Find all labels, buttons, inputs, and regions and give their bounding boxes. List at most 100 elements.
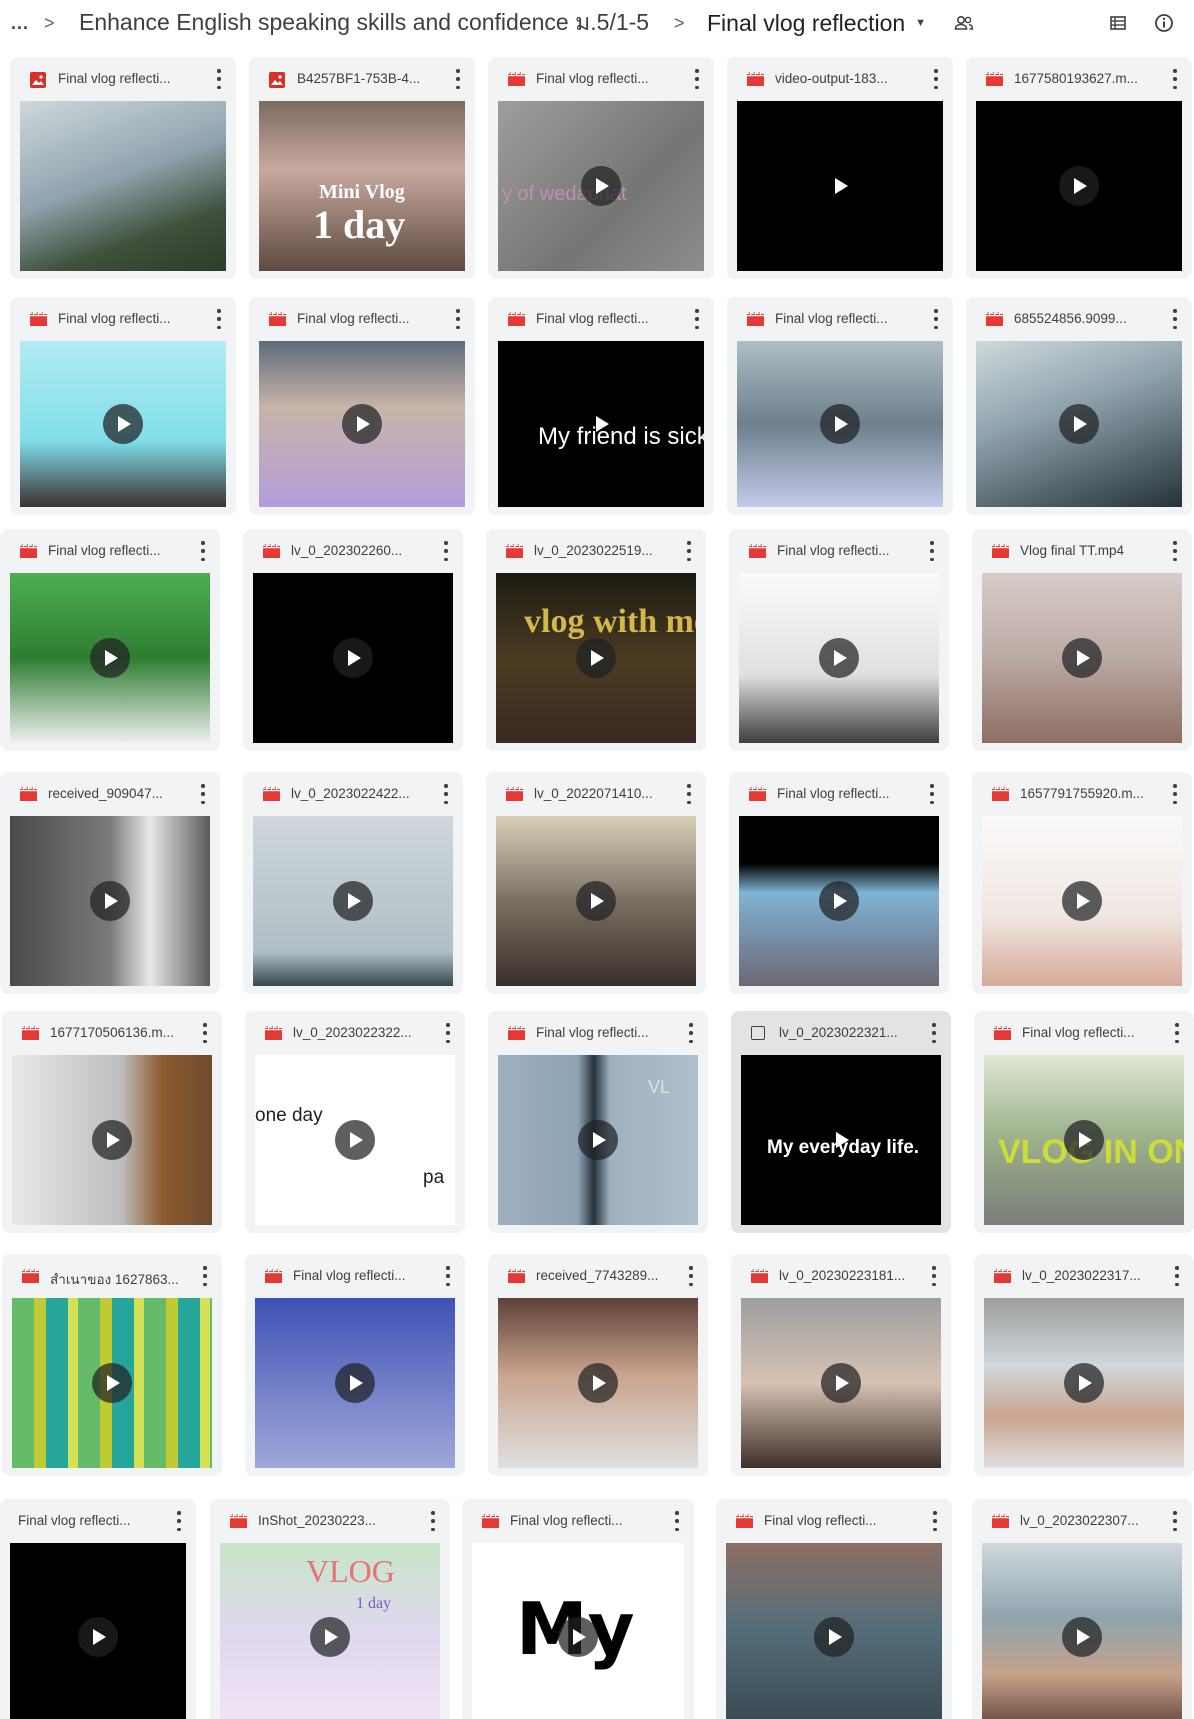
more-vert-icon[interactable] [445, 1266, 451, 1286]
play-icon[interactable] [578, 1120, 618, 1160]
file-thumbnail[interactable] [982, 816, 1182, 986]
file-thumbnail[interactable]: Mini Vlog 1 day [259, 101, 465, 271]
more-vert-icon[interactable] [443, 541, 449, 561]
more-vert-icon[interactable] [929, 541, 935, 561]
play-icon[interactable] [814, 1617, 854, 1657]
file-thumbnail[interactable]: vlog with me. [496, 573, 696, 743]
more-vert-icon[interactable] [929, 784, 935, 804]
more-vert-icon[interactable] [202, 1023, 208, 1043]
file-thumbnail[interactable]: VLOG IN ONE [984, 1055, 1184, 1225]
file-thumbnail[interactable]: My friend is sick. [498, 341, 704, 507]
more-vert-icon[interactable] [686, 784, 692, 804]
play-icon[interactable] [90, 638, 130, 678]
file-thumbnail[interactable] [10, 573, 210, 743]
more-vert-icon[interactable] [443, 784, 449, 804]
file-card[interactable]: Final vlog reflecti... [10, 297, 236, 515]
more-vert-icon[interactable] [1174, 1023, 1180, 1043]
play-icon[interactable] [1062, 881, 1102, 921]
file-thumbnail[interactable]: VL [498, 1055, 698, 1225]
file-thumbnail[interactable] [739, 573, 939, 743]
more-vert-icon[interactable] [200, 784, 206, 804]
file-card[interactable]: InShot_20230223... VLOG 1 day [210, 1499, 450, 1719]
play-icon[interactable] [819, 638, 859, 678]
select-checkbox[interactable] [751, 1026, 765, 1040]
file-thumbnail[interactable] [259, 341, 465, 507]
file-card[interactable]: received_909047... [0, 772, 220, 994]
file-thumbnail[interactable] [10, 1543, 186, 1719]
file-card[interactable]: Final vlog reflecti... [727, 297, 953, 515]
play-icon[interactable] [1064, 1120, 1104, 1160]
file-thumbnail[interactable] [737, 341, 943, 507]
file-card[interactable]: lv_0_2023022307... [972, 1499, 1192, 1719]
file-thumbnail[interactable] [982, 573, 1182, 743]
file-thumbnail[interactable] [255, 1298, 455, 1468]
play-icon[interactable] [576, 638, 616, 678]
play-icon[interactable] [578, 1363, 618, 1403]
more-vert-icon[interactable] [931, 1266, 937, 1286]
more-vert-icon[interactable] [455, 309, 461, 329]
more-vert-icon[interactable] [931, 1023, 937, 1043]
file-card[interactable]: Final vlog reflecti... [249, 297, 475, 515]
file-card[interactable]: Final vlog reflecti... [245, 1254, 465, 1476]
more-vert-icon[interactable] [688, 1266, 694, 1286]
file-card[interactable]: 685524856.9099... [966, 297, 1192, 515]
file-card[interactable]: Final vlog reflecti... [716, 1499, 952, 1719]
play-icon[interactable] [821, 1363, 861, 1403]
more-vert-icon[interactable] [176, 1511, 182, 1531]
file-thumbnail[interactable] [984, 1298, 1184, 1468]
play-icon[interactable] [819, 881, 859, 921]
more-vert-icon[interactable] [933, 69, 939, 89]
file-thumbnail[interactable] [20, 101, 226, 271]
file-card[interactable]: B4257BF1-753B-4... Mini Vlog 1 day [249, 57, 475, 279]
play-icon[interactable] [342, 404, 382, 444]
more-vert-icon[interactable] [674, 1511, 680, 1531]
more-vert-icon[interactable] [445, 1023, 451, 1043]
more-vert-icon[interactable] [430, 1511, 436, 1531]
file-card[interactable]: Final vlog reflecti... VL [488, 1011, 708, 1233]
file-card[interactable]: lv_0_2023022321... My everyday life. [731, 1011, 951, 1233]
file-thumbnail[interactable] [739, 816, 939, 986]
file-thumbnail[interactable] [982, 1543, 1182, 1719]
more-vert-icon[interactable] [694, 69, 700, 89]
more-vert-icon[interactable] [1172, 541, 1178, 561]
file-card[interactable]: video-output-183... [727, 57, 953, 279]
file-thumbnail[interactable] [20, 341, 226, 507]
file-card[interactable]: Final vlog reflecti... [0, 529, 220, 751]
more-vert-icon[interactable] [686, 541, 692, 561]
shared-people-icon[interactable] [950, 0, 978, 46]
file-card[interactable]: Final vlog reflecti... [729, 529, 949, 751]
more-vert-icon[interactable] [933, 309, 939, 329]
play-icon[interactable] [1064, 1363, 1104, 1403]
play-icon[interactable] [821, 1120, 861, 1160]
file-thumbnail[interactable] [253, 816, 453, 986]
more-vert-icon[interactable] [688, 1023, 694, 1043]
file-thumbnail[interactable]: VLOG 1 day [220, 1543, 440, 1719]
file-thumbnail[interactable] [496, 816, 696, 986]
file-thumbnail[interactable]: My everyday life. [741, 1055, 941, 1225]
file-thumbnail[interactable] [976, 101, 1182, 271]
play-icon[interactable] [333, 638, 373, 678]
file-thumbnail[interactable] [741, 1298, 941, 1468]
file-card[interactable]: Final vlog reflecti... [0, 1499, 196, 1719]
file-thumbnail[interactable] [498, 1298, 698, 1468]
play-icon[interactable] [576, 881, 616, 921]
more-vert-icon[interactable] [455, 69, 461, 89]
more-vert-icon[interactable] [1172, 1511, 1178, 1531]
info-icon[interactable] [1150, 0, 1178, 46]
file-thumbnail[interactable] [726, 1543, 942, 1719]
file-card[interactable]: Final vlog reflecti... [10, 57, 236, 279]
more-vert-icon[interactable] [202, 1266, 208, 1286]
breadcrumb-parent[interactable]: Enhance English speaking skills and conf… [79, 0, 649, 46]
more-vert-icon[interactable] [200, 541, 206, 561]
play-icon[interactable] [310, 1617, 350, 1657]
more-vert-icon[interactable] [1172, 69, 1178, 89]
play-icon[interactable] [90, 881, 130, 921]
more-vert-icon[interactable] [1172, 784, 1178, 804]
play-icon[interactable] [92, 1363, 132, 1403]
more-vert-icon[interactable] [932, 1511, 938, 1531]
file-thumbnail[interactable] [12, 1055, 212, 1225]
play-icon[interactable] [335, 1363, 375, 1403]
file-card[interactable]: 1677580193627.m... [966, 57, 1192, 279]
play-icon[interactable] [333, 881, 373, 921]
play-icon[interactable] [558, 1617, 598, 1657]
